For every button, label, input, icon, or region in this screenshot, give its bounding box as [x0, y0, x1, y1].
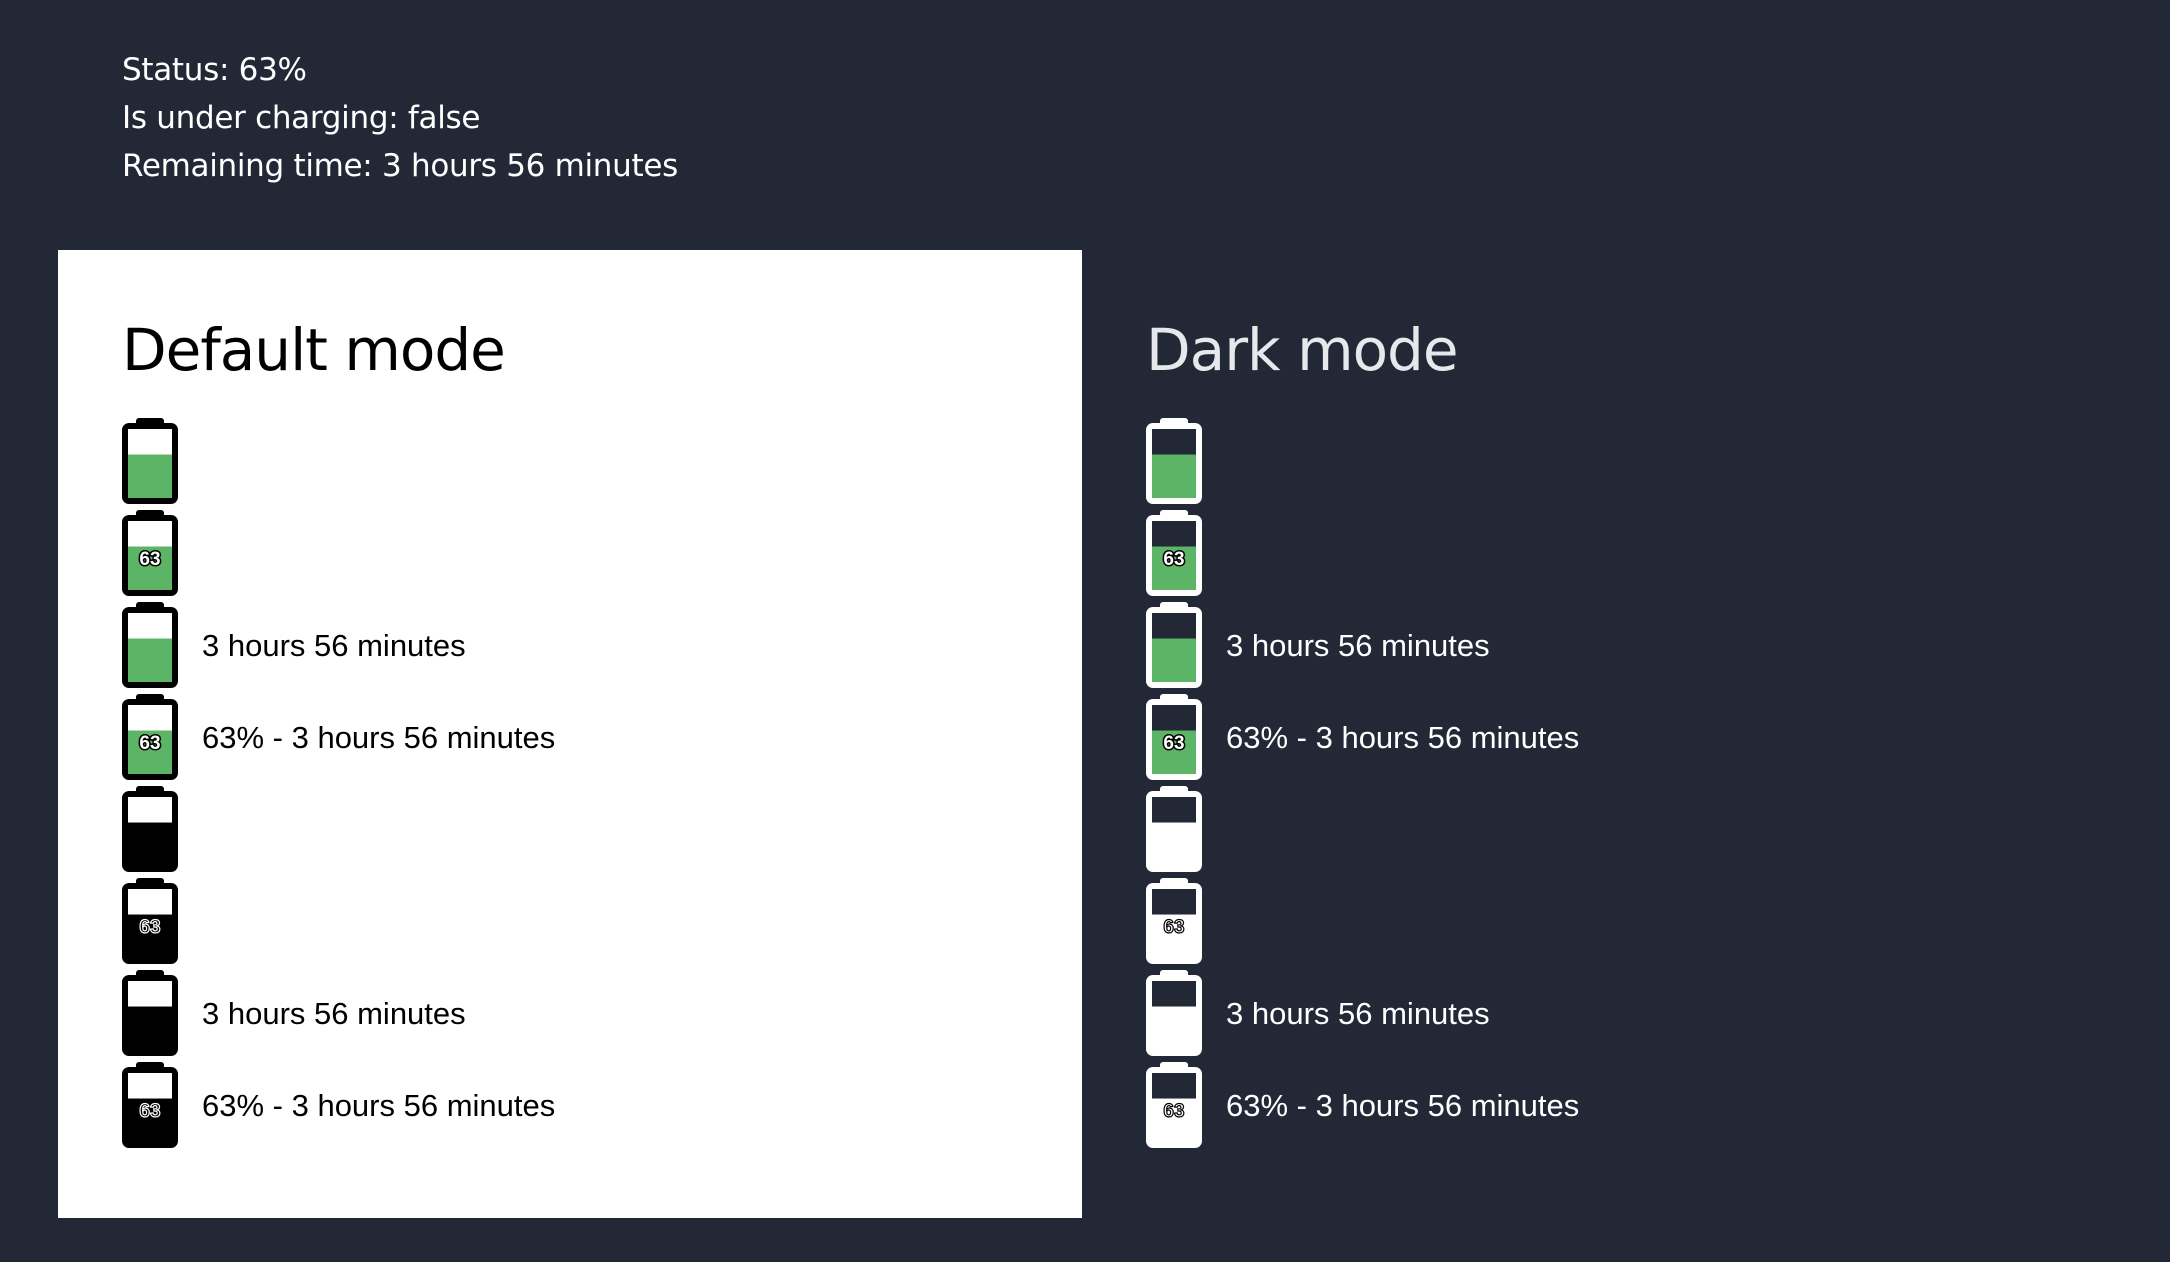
battery-icon [1146, 786, 1202, 872]
battery-row [122, 416, 1022, 508]
battery-icon: 63 [122, 878, 178, 964]
dark-mode-battery-list: 63 3 hours 56 minutes 63 63% - 3 hours 56 m… [1146, 416, 2046, 1152]
charging-state-text: Is under charging: false [122, 100, 481, 136]
battery-row: 63 [1146, 876, 2046, 968]
status-percent-text: Status: 63% [122, 52, 307, 88]
battery-row: 63 63% - 3 hours 56 minutes [122, 692, 1022, 784]
battery-icon [1146, 418, 1202, 504]
battery-icon [122, 602, 178, 688]
battery-level-fill [128, 638, 172, 682]
default-mode-panel: Default mode 63 3 hours 56 minutes 63 63% -… [58, 250, 1082, 1218]
dark-mode-title: Dark mode [1146, 316, 1459, 384]
dark-mode-panel: Dark mode 63 3 hours 56 minutes 63 63% - 3 … [1082, 250, 2106, 1218]
battery-row-label: 63% - 3 hours 56 minutes [1226, 720, 1580, 755]
battery-icon: 63 [122, 510, 178, 596]
battery-percent-label: 63 [139, 733, 160, 754]
battery-level-fill [1152, 454, 1196, 498]
battery-level-fill [1152, 822, 1196, 866]
battery-row: 3 hours 56 minutes [1146, 600, 2046, 692]
battery-row-label: 3 hours 56 minutes [202, 996, 466, 1031]
remaining-time-text: Remaining time: 3 hours 56 minutes [122, 148, 678, 184]
battery-icon [122, 970, 178, 1056]
battery-icon [122, 786, 178, 872]
battery-row: 63 63% - 3 hours 56 minutes [1146, 1060, 2046, 1152]
battery-row: 3 hours 56 minutes [1146, 968, 2046, 1060]
battery-icon: 63 [1146, 694, 1202, 780]
battery-percent-label: 63 [139, 1101, 160, 1122]
battery-level-fill [128, 1006, 172, 1050]
default-mode-title: Default mode [122, 316, 506, 384]
battery-row-label: 3 hours 56 minutes [1226, 996, 1490, 1031]
battery-percent-label: 63 [139, 917, 160, 938]
battery-level-fill [128, 822, 172, 866]
battery-row: 3 hours 56 minutes [122, 968, 1022, 1060]
battery-icon: 63 [122, 1062, 178, 1148]
battery-icon [1146, 602, 1202, 688]
battery-row [122, 784, 1022, 876]
battery-row: 63 63% - 3 hours 56 minutes [122, 1060, 1022, 1152]
battery-row-label: 63% - 3 hours 56 minutes [202, 1088, 556, 1123]
battery-row [1146, 416, 2046, 508]
battery-icon: 63 [1146, 878, 1202, 964]
battery-icon: 63 [1146, 510, 1202, 596]
battery-percent-label: 63 [1163, 917, 1184, 938]
battery-icon [1146, 970, 1202, 1056]
battery-row: 63 [1146, 508, 2046, 600]
battery-row: 63 [122, 508, 1022, 600]
battery-level-fill [1152, 1006, 1196, 1050]
battery-status-info: Status: 63% Is under charging: false Rem… [122, 46, 678, 190]
battery-row: 63 63% - 3 hours 56 minutes [1146, 692, 2046, 784]
battery-level-fill [1152, 638, 1196, 682]
battery-row-label: 63% - 3 hours 56 minutes [202, 720, 556, 755]
battery-row: 63 [122, 876, 1022, 968]
battery-percent-label: 63 [1163, 733, 1184, 754]
battery-row [1146, 784, 2046, 876]
battery-icon: 63 [1146, 1062, 1202, 1148]
battery-row-label: 3 hours 56 minutes [1226, 628, 1490, 663]
battery-row-label: 3 hours 56 minutes [202, 628, 466, 663]
battery-percent-label: 63 [139, 549, 160, 570]
battery-row: 3 hours 56 minutes [122, 600, 1022, 692]
battery-icon [122, 418, 178, 504]
battery-icon: 63 [122, 694, 178, 780]
battery-percent-label: 63 [1163, 549, 1184, 570]
default-mode-battery-list: 63 3 hours 56 minutes 63 63% - 3 hours 56 m… [122, 416, 1022, 1152]
battery-row-label: 63% - 3 hours 56 minutes [1226, 1088, 1580, 1123]
battery-level-fill [128, 454, 172, 498]
battery-percent-label: 63 [1163, 1101, 1184, 1122]
